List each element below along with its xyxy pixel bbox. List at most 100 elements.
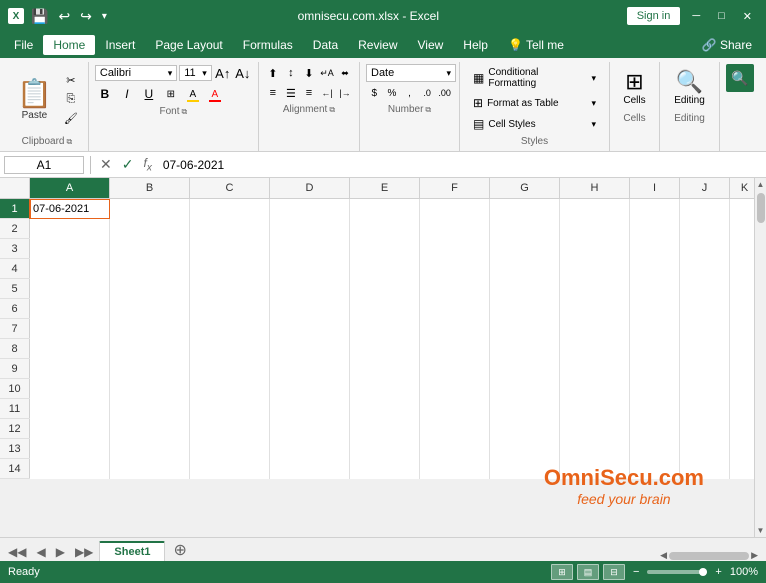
menu-help[interactable]: Help <box>453 35 498 55</box>
list-item[interactable] <box>190 439 270 459</box>
list-item[interactable] <box>350 399 420 419</box>
list-item[interactable] <box>560 239 630 259</box>
row-header[interactable]: 2 <box>0 219 30 238</box>
normal-view-btn[interactable]: ⊞ <box>551 564 573 580</box>
list-item[interactable] <box>190 399 270 419</box>
save-quick-btn[interactable]: 💾 <box>28 6 51 27</box>
bold-button[interactable]: B <box>95 84 115 104</box>
list-item[interactable] <box>350 379 420 399</box>
list-item[interactable] <box>420 339 490 359</box>
row-header[interactable]: 13 <box>0 439 30 458</box>
list-item[interactable] <box>30 399 110 419</box>
list-item[interactable] <box>110 319 190 339</box>
list-item[interactable] <box>110 259 190 279</box>
col-header-g[interactable]: G <box>490 178 560 198</box>
formula-input[interactable] <box>159 157 762 173</box>
list-item[interactable] <box>730 319 754 339</box>
list-item[interactable] <box>680 299 730 319</box>
list-item[interactable] <box>110 299 190 319</box>
col-header-b[interactable]: B <box>110 178 190 198</box>
merge-btn[interactable]: ⬌ <box>337 64 353 82</box>
list-item[interactable] <box>110 279 190 299</box>
list-item[interactable] <box>190 259 270 279</box>
row-header[interactable]: 7 <box>0 319 30 338</box>
list-item[interactable] <box>420 319 490 339</box>
list-item[interactable] <box>110 199 190 219</box>
list-item[interactable] <box>730 199 754 219</box>
list-item[interactable] <box>270 379 350 399</box>
list-item[interactable] <box>270 399 350 419</box>
corner-cell[interactable] <box>0 178 30 198</box>
list-item[interactable] <box>350 239 420 259</box>
list-item[interactable] <box>730 239 754 259</box>
menu-home[interactable]: Home <box>43 35 95 55</box>
border-button[interactable]: ⊞ <box>161 84 181 104</box>
list-item[interactable] <box>730 299 754 319</box>
list-item[interactable] <box>270 459 350 479</box>
list-item[interactable] <box>630 399 680 419</box>
list-item[interactable] <box>110 339 190 359</box>
list-item[interactable] <box>630 259 680 279</box>
list-item[interactable] <box>270 299 350 319</box>
list-item[interactable] <box>420 259 490 279</box>
list-item[interactable] <box>490 339 560 359</box>
menu-page-layout[interactable]: Page Layout <box>145 35 232 55</box>
list-item[interactable] <box>420 279 490 299</box>
list-item[interactable] <box>420 379 490 399</box>
list-item[interactable] <box>730 459 754 479</box>
list-item[interactable] <box>490 439 560 459</box>
font-expand-icon[interactable]: ⧉ <box>182 107 188 117</box>
list-item[interactable] <box>680 339 730 359</box>
list-item[interactable] <box>420 199 490 219</box>
row-header[interactable]: 12 <box>0 419 30 438</box>
list-item[interactable] <box>490 399 560 419</box>
col-header-h[interactable]: H <box>560 178 630 198</box>
list-item[interactable] <box>30 379 110 399</box>
list-item[interactable] <box>560 359 630 379</box>
list-item[interactable] <box>680 399 730 419</box>
list-item[interactable] <box>420 459 490 479</box>
menu-share[interactable]: 🔗 Share <box>692 35 762 55</box>
list-item[interactable] <box>630 239 680 259</box>
list-item[interactable] <box>630 339 680 359</box>
list-item[interactable] <box>270 199 350 219</box>
list-item[interactable] <box>630 359 680 379</box>
list-item[interactable] <box>270 339 350 359</box>
list-item[interactable] <box>490 359 560 379</box>
cells-button[interactable]: ⊞ Cells <box>616 64 653 111</box>
format-painter-button[interactable]: 🖌 <box>60 109 82 127</box>
zoom-slider[interactable] <box>647 570 707 574</box>
fill-color-button[interactable]: A <box>183 84 203 104</box>
align-bottom-btn[interactable]: ⬇ <box>301 64 317 82</box>
formula-confirm-btn[interactable]: ✓ <box>119 156 137 173</box>
sheet-nav-prev[interactable]: ◀ <box>32 543 49 561</box>
row-header[interactable]: 9 <box>0 359 30 378</box>
cell-reference-box[interactable]: A1 <box>4 156 84 174</box>
list-item[interactable] <box>190 299 270 319</box>
copy-button[interactable]: ⎘ <box>60 90 82 108</box>
sheet-tab-sheet1[interactable]: Sheet1 <box>99 541 165 561</box>
list-item[interactable] <box>490 419 560 439</box>
currency-btn[interactable]: $ <box>366 84 383 102</box>
underline-button[interactable]: U <box>139 84 159 104</box>
col-header-i[interactable]: I <box>630 178 680 198</box>
list-item[interactable] <box>730 439 754 459</box>
list-item[interactable] <box>270 219 350 239</box>
list-item[interactable] <box>350 339 420 359</box>
list-item[interactable] <box>680 199 730 219</box>
align-center-btn[interactable]: ☰ <box>283 84 299 102</box>
search-button[interactable]: 🔍 <box>726 64 754 92</box>
menu-insert[interactable]: Insert <box>95 35 145 55</box>
list-item[interactable] <box>350 459 420 479</box>
list-item[interactable] <box>30 299 110 319</box>
list-item[interactable] <box>190 239 270 259</box>
list-item[interactable]: 07-06-2021 <box>30 199 110 219</box>
list-item[interactable] <box>680 359 730 379</box>
list-item[interactable] <box>110 399 190 419</box>
list-item[interactable] <box>350 259 420 279</box>
list-item[interactable] <box>560 439 630 459</box>
row-header[interactable]: 4 <box>0 259 30 278</box>
number-format-dropdown[interactable]: Date ▾ <box>366 64 456 82</box>
list-item[interactable] <box>30 259 110 279</box>
list-item[interactable] <box>730 359 754 379</box>
